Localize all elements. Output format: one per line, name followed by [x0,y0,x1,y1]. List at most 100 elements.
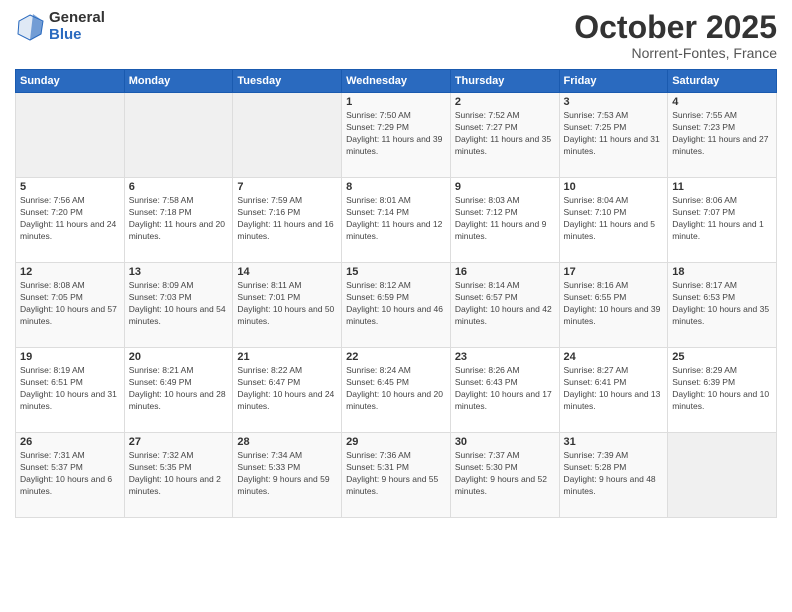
title-location: Norrent-Fontes, France [574,45,777,61]
calendar-cell: 14 Sunrise: 8:11 AMSunset: 7:01 PMDaylig… [233,263,342,348]
day-info: Sunrise: 8:29 AMSunset: 6:39 PMDaylight:… [672,365,769,411]
day-number: 28 [237,436,337,448]
day-info: Sunrise: 8:08 AMSunset: 7:05 PMDaylight:… [20,280,117,326]
day-info: Sunrise: 8:01 AMSunset: 7:14 PMDaylight:… [346,195,442,241]
calendar-cell: 12 Sunrise: 8:08 AMSunset: 7:05 PMDaylig… [16,263,125,348]
day-info: Sunrise: 8:04 AMSunset: 7:10 PMDaylight:… [564,195,656,241]
day-info: Sunrise: 8:22 AMSunset: 6:47 PMDaylight:… [237,365,334,411]
week-row-3: 12 Sunrise: 8:08 AMSunset: 7:05 PMDaylig… [16,263,777,348]
logo: General Blue [15,10,105,43]
day-info: Sunrise: 7:36 AMSunset: 5:31 PMDaylight:… [346,450,438,496]
calendar-cell: 9 Sunrise: 8:03 AMSunset: 7:12 PMDayligh… [450,178,559,263]
title-block: October 2025 Norrent-Fontes, France [574,10,777,61]
calendar-cell: 17 Sunrise: 8:16 AMSunset: 6:55 PMDaylig… [559,263,668,348]
day-number: 11 [672,181,772,193]
day-info: Sunrise: 8:21 AMSunset: 6:49 PMDaylight:… [129,365,226,411]
day-info: Sunrise: 7:32 AMSunset: 5:35 PMDaylight:… [129,450,221,496]
calendar-cell: 8 Sunrise: 8:01 AMSunset: 7:14 PMDayligh… [342,178,451,263]
day-number: 14 [237,266,337,278]
header-tuesday: Tuesday [233,70,342,93]
day-number: 1 [346,96,446,108]
day-info: Sunrise: 7:31 AMSunset: 5:37 PMDaylight:… [20,450,112,496]
week-row-5: 26 Sunrise: 7:31 AMSunset: 5:37 PMDaylig… [16,433,777,518]
day-number: 18 [672,266,772,278]
logo-blue-text: Blue [49,27,105,44]
calendar-cell: 1 Sunrise: 7:50 AMSunset: 7:29 PMDayligh… [342,93,451,178]
day-number: 20 [129,351,229,363]
calendar-cell: 4 Sunrise: 7:55 AMSunset: 7:23 PMDayligh… [668,93,777,178]
weekday-header-row: Sunday Monday Tuesday Wednesday Thursday… [16,70,777,93]
calendar-cell: 31 Sunrise: 7:39 AMSunset: 5:28 PMDaylig… [559,433,668,518]
calendar-cell: 13 Sunrise: 8:09 AMSunset: 7:03 PMDaylig… [124,263,233,348]
header-sunday: Sunday [16,70,125,93]
day-number: 5 [20,181,120,193]
day-number: 7 [237,181,337,193]
day-number: 26 [20,436,120,448]
calendar-cell: 27 Sunrise: 7:32 AMSunset: 5:35 PMDaylig… [124,433,233,518]
day-number: 31 [564,436,664,448]
day-info: Sunrise: 8:12 AMSunset: 6:59 PMDaylight:… [346,280,443,326]
calendar-cell: 3 Sunrise: 7:53 AMSunset: 7:25 PMDayligh… [559,93,668,178]
day-info: Sunrise: 8:06 AMSunset: 7:07 PMDaylight:… [672,195,764,241]
calendar-cell: 16 Sunrise: 8:14 AMSunset: 6:57 PMDaylig… [450,263,559,348]
week-row-4: 19 Sunrise: 8:19 AMSunset: 6:51 PMDaylig… [16,348,777,433]
day-info: Sunrise: 7:59 AMSunset: 7:16 PMDaylight:… [237,195,333,241]
day-info: Sunrise: 7:34 AMSunset: 5:33 PMDaylight:… [237,450,329,496]
day-number: 30 [455,436,555,448]
calendar-page: General Blue October 2025 Norrent-Fontes… [0,0,792,612]
calendar-cell: 20 Sunrise: 8:21 AMSunset: 6:49 PMDaylig… [124,348,233,433]
day-info: Sunrise: 8:09 AMSunset: 7:03 PMDaylight:… [129,280,226,326]
day-info: Sunrise: 7:52 AMSunset: 7:27 PMDaylight:… [455,110,551,156]
day-info: Sunrise: 7:39 AMSunset: 5:28 PMDaylight:… [564,450,656,496]
day-number: 29 [346,436,446,448]
logo-text: General Blue [49,10,105,43]
day-info: Sunrise: 8:16 AMSunset: 6:55 PMDaylight:… [564,280,661,326]
calendar-cell: 5 Sunrise: 7:56 AMSunset: 7:20 PMDayligh… [16,178,125,263]
calendar-cell: 15 Sunrise: 8:12 AMSunset: 6:59 PMDaylig… [342,263,451,348]
calendar-cell: 6 Sunrise: 7:58 AMSunset: 7:18 PMDayligh… [124,178,233,263]
day-number: 2 [455,96,555,108]
calendar-cell: 18 Sunrise: 8:17 AMSunset: 6:53 PMDaylig… [668,263,777,348]
week-row-1: 1 Sunrise: 7:50 AMSunset: 7:29 PMDayligh… [16,93,777,178]
day-info: Sunrise: 7:37 AMSunset: 5:30 PMDaylight:… [455,450,547,496]
day-info: Sunrise: 8:14 AMSunset: 6:57 PMDaylight:… [455,280,552,326]
calendar-cell: 22 Sunrise: 8:24 AMSunset: 6:45 PMDaylig… [342,348,451,433]
day-number: 15 [346,266,446,278]
calendar-cell: 10 Sunrise: 8:04 AMSunset: 7:10 PMDaylig… [559,178,668,263]
day-number: 13 [129,266,229,278]
calendar-cell: 28 Sunrise: 7:34 AMSunset: 5:33 PMDaylig… [233,433,342,518]
calendar-cell: 19 Sunrise: 8:19 AMSunset: 6:51 PMDaylig… [16,348,125,433]
day-info: Sunrise: 7:58 AMSunset: 7:18 PMDaylight:… [129,195,225,241]
calendar-table: Sunday Monday Tuesday Wednesday Thursday… [15,69,777,518]
calendar-cell [16,93,125,178]
calendar-cell [124,93,233,178]
header-wednesday: Wednesday [342,70,451,93]
day-info: Sunrise: 7:55 AMSunset: 7:23 PMDaylight:… [672,110,768,156]
title-month: October 2025 [574,10,777,45]
day-number: 4 [672,96,772,108]
day-info: Sunrise: 7:56 AMSunset: 7:20 PMDaylight:… [20,195,116,241]
week-row-2: 5 Sunrise: 7:56 AMSunset: 7:20 PMDayligh… [16,178,777,263]
day-info: Sunrise: 8:24 AMSunset: 6:45 PMDaylight:… [346,365,443,411]
calendar-cell: 7 Sunrise: 7:59 AMSunset: 7:16 PMDayligh… [233,178,342,263]
logo-icon [15,12,45,42]
calendar-cell: 25 Sunrise: 8:29 AMSunset: 6:39 PMDaylig… [668,348,777,433]
day-number: 25 [672,351,772,363]
day-number: 3 [564,96,664,108]
day-info: Sunrise: 8:26 AMSunset: 6:43 PMDaylight:… [455,365,552,411]
calendar-cell: 11 Sunrise: 8:06 AMSunset: 7:07 PMDaylig… [668,178,777,263]
day-info: Sunrise: 7:53 AMSunset: 7:25 PMDaylight:… [564,110,660,156]
calendar-cell: 2 Sunrise: 7:52 AMSunset: 7:27 PMDayligh… [450,93,559,178]
day-info: Sunrise: 7:50 AMSunset: 7:29 PMDaylight:… [346,110,442,156]
day-number: 10 [564,181,664,193]
day-number: 21 [237,351,337,363]
day-number: 22 [346,351,446,363]
header-friday: Friday [559,70,668,93]
day-number: 12 [20,266,120,278]
header: General Blue October 2025 Norrent-Fontes… [15,10,777,61]
calendar-cell: 29 Sunrise: 7:36 AMSunset: 5:31 PMDaylig… [342,433,451,518]
day-info: Sunrise: 8:19 AMSunset: 6:51 PMDaylight:… [20,365,117,411]
logo-general-text: General [49,10,105,27]
header-saturday: Saturday [668,70,777,93]
day-number: 6 [129,181,229,193]
